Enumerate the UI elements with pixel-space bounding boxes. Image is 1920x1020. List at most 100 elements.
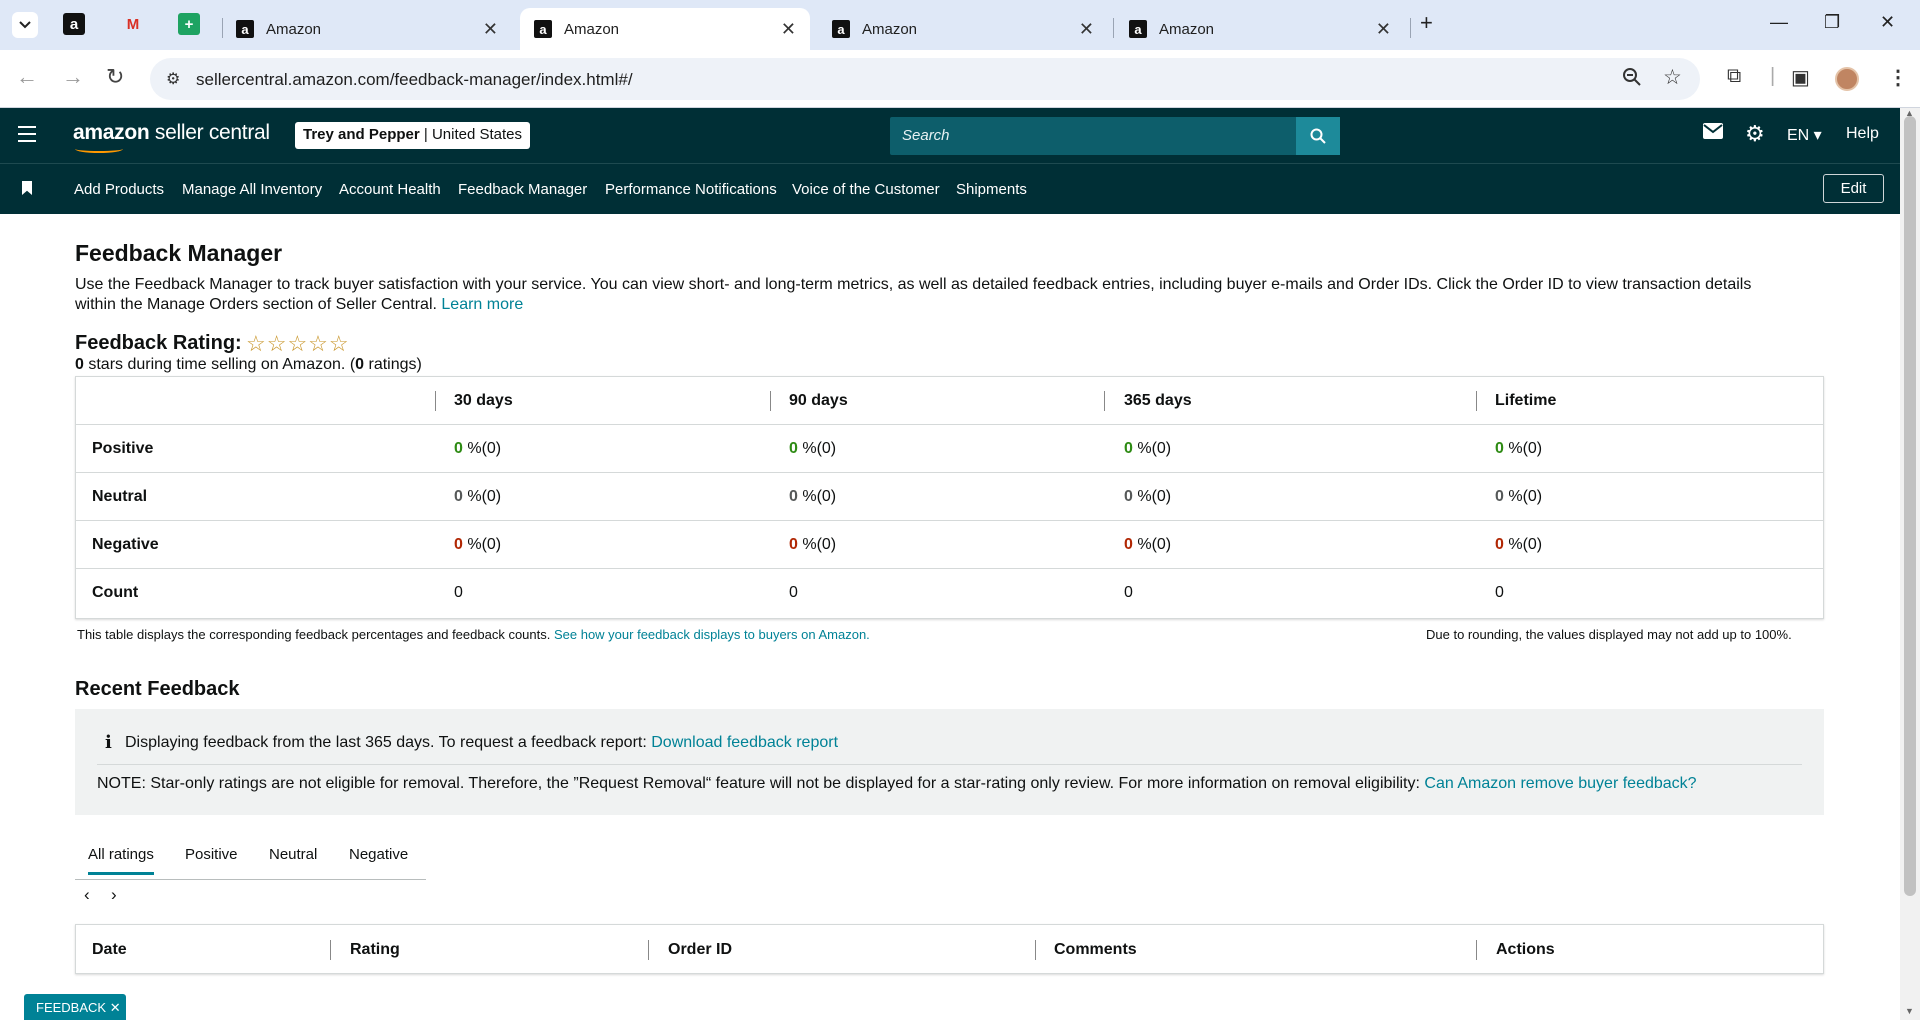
seller-central-logo[interactable]: amazon seller central: [73, 121, 270, 153]
messages-icon[interactable]: [1703, 123, 1723, 144]
close-tab-icon[interactable]: ✕: [1376, 19, 1391, 40]
tab-neutral[interactable]: Neutral: [269, 846, 317, 863]
amazon-favicon-icon: a: [832, 20, 850, 38]
close-tab-icon[interactable]: ✕: [781, 19, 796, 40]
nav-voice-of-customer[interactable]: Voice of the Customer: [792, 181, 940, 198]
tab-title: Amazon: [1159, 20, 1215, 38]
column-header-rating[interactable]: Rating: [350, 941, 400, 959]
table-cell: 0 %(0): [1495, 488, 1542, 506]
feedback-widget-button[interactable]: FEEDBACK ✕: [24, 994, 126, 1020]
nav-account-health[interactable]: Account Health: [339, 181, 441, 198]
amazon-favicon-icon: a: [236, 20, 254, 38]
pinned-tab-sheets[interactable]: +: [178, 13, 200, 35]
close-window-icon[interactable]: ✕: [1880, 12, 1895, 33]
store-switcher[interactable]: Trey and Pepper | United States: [295, 122, 531, 149]
cell-value: 0: [454, 536, 463, 553]
site-info-icon[interactable]: ⚙: [166, 69, 180, 89]
nav-performance-notifications[interactable]: Performance Notifications: [605, 181, 777, 198]
forward-icon[interactable]: →: [62, 64, 84, 90]
column-header-order-id[interactable]: Order ID: [668, 941, 732, 959]
reload-icon[interactable]: ↻: [106, 64, 124, 90]
browser-tab[interactable]: a Amazon ✕: [222, 8, 512, 50]
column-separator: [770, 391, 771, 411]
column-header-date[interactable]: Date: [92, 941, 127, 959]
settings-gear-icon[interactable]: ⚙: [1745, 121, 1765, 147]
tab-separator: [1410, 18, 1411, 38]
metrics-header-row: 30 days 90 days 365 days Lifetime: [76, 377, 1823, 425]
restore-icon[interactable]: ❐: [1824, 12, 1840, 33]
cell-value: 0: [1124, 536, 1133, 553]
tab-search-button[interactable]: [12, 12, 38, 38]
edit-nav-button[interactable]: Edit: [1823, 174, 1884, 203]
column-header: 90 days: [789, 392, 848, 409]
column-separator: [1104, 391, 1105, 411]
table-cell: 0 %(0): [1124, 536, 1171, 554]
column-header-actions[interactable]: Actions: [1496, 941, 1555, 959]
store-name: Trey and Pepper: [303, 126, 420, 143]
cell-value: 0: [789, 440, 798, 457]
amazon-favicon-icon: a: [534, 20, 552, 38]
learn-more-link[interactable]: Learn more: [441, 296, 523, 313]
pinned-tab-gmail[interactable]: M: [122, 13, 144, 35]
new-tab-icon[interactable]: +: [1420, 10, 1433, 36]
recent-feedback-title: Recent Feedback: [75, 678, 240, 700]
side-panel-icon[interactable]: ▣: [1791, 65, 1810, 90]
tab-all-ratings[interactable]: All ratings: [88, 846, 154, 875]
cell-value: 0: [789, 536, 798, 553]
browser-menu-icon[interactable]: ⋮: [1888, 65, 1908, 90]
cell-suffix: %(0): [1503, 440, 1543, 457]
bookmark-icon[interactable]: [22, 181, 32, 195]
row-label: Neutral: [92, 488, 148, 505]
table-cell: 0 %(0): [1124, 488, 1171, 506]
next-page-icon[interactable]: ›: [111, 885, 117, 905]
prev-page-icon[interactable]: ‹: [84, 885, 90, 905]
nav-manage-all-inventory[interactable]: Manage All Inventory: [182, 181, 322, 198]
bookmark-star-icon[interactable]: ☆: [1663, 65, 1682, 90]
table-cell: 0 %(0): [454, 536, 501, 554]
close-tab-icon[interactable]: ✕: [483, 19, 498, 40]
browser-tab-active[interactable]: a Amazon ✕: [520, 8, 810, 50]
row-label: Count: [92, 584, 139, 601]
tab-negative[interactable]: Negative: [349, 846, 408, 863]
close-icon[interactable]: ✕: [110, 1000, 121, 1015]
language-selector[interactable]: EN ▾: [1787, 125, 1822, 145]
ratings-count: 0: [355, 356, 365, 373]
pinned-tab-amazon[interactable]: a: [63, 13, 85, 35]
hamburger-menu-icon[interactable]: [18, 126, 36, 147]
tab-title: Amazon: [266, 20, 322, 38]
metrics-footnote: This table displays the corresponding fe…: [77, 627, 870, 642]
browser-tab[interactable]: a Amazon ✕: [1115, 8, 1405, 50]
feedback-metrics-table: 30 days 90 days 365 days Lifetime Positi…: [75, 376, 1824, 619]
scrollbar-thumb[interactable]: [1904, 116, 1916, 896]
tab-title: Amazon: [564, 20, 620, 38]
column-header: 30 days: [454, 392, 513, 409]
cell-suffix: %(0): [462, 440, 502, 457]
nav-add-products[interactable]: Add Products: [74, 181, 164, 198]
minimize-icon[interactable]: —: [1770, 12, 1788, 33]
browser-tab[interactable]: a Amazon ✕: [818, 8, 1108, 50]
back-icon[interactable]: ←: [16, 64, 38, 90]
nav-feedback-manager[interactable]: Feedback Manager: [458, 181, 587, 198]
zoom-icon[interactable]: [1622, 67, 1642, 93]
feedback-display-link[interactable]: See how your feedback displays to buyers…: [554, 627, 870, 642]
feedback-table-header: Date Rating Order ID Comments Actions: [75, 924, 1824, 974]
search-button[interactable]: [1296, 117, 1340, 155]
search-box[interactable]: Search: [890, 117, 1340, 155]
profile-avatar[interactable]: [1835, 67, 1859, 91]
page-scrollbar[interactable]: ▲ ▼: [1900, 108, 1920, 1020]
url-text: sellercentral.amazon.com/feedback-manage…: [196, 70, 633, 89]
download-report-link[interactable]: Download feedback report: [651, 734, 838, 751]
star-rating-icons: ☆☆☆☆☆: [246, 331, 350, 356]
nav-shipments[interactable]: Shipments: [956, 181, 1027, 198]
tab-positive[interactable]: Positive: [185, 846, 238, 863]
help-link[interactable]: Help: [1846, 125, 1879, 143]
address-bar[interactable]: ⚙ sellercentral.amazon.com/feedback-mana…: [150, 58, 1700, 100]
remove-feedback-link[interactable]: Can Amazon remove buyer feedback?: [1424, 775, 1696, 792]
browser-toolbar: ← → ↻ ⚙ sellercentral.amazon.com/feedbac…: [0, 50, 1920, 108]
scroll-down-icon[interactable]: ▼: [1905, 1006, 1914, 1016]
chevron-down-icon: [19, 21, 31, 29]
close-tab-icon[interactable]: ✕: [1079, 19, 1094, 40]
extensions-icon[interactable]: ⧉: [1727, 65, 1741, 88]
column-header-comments[interactable]: Comments: [1054, 941, 1137, 959]
search-input[interactable]: Search: [902, 127, 950, 144]
